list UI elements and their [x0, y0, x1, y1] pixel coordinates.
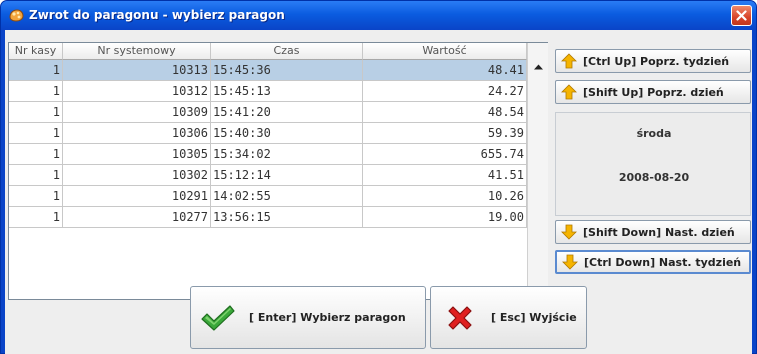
- cell-nr-systemowy: 10277: [63, 207, 211, 228]
- receipts-table: Nr kasy Nr systemowy Czas Wartość 1 10313…: [8, 42, 548, 300]
- cell-wartosc: 655.74: [363, 144, 527, 165]
- table-row[interactable]: 1 10306 15:40:30 59.39: [9, 123, 527, 144]
- cell-czas: 15:12:14: [211, 165, 363, 186]
- close-button[interactable]: [731, 5, 752, 26]
- column-header-czas[interactable]: Czas: [211, 43, 363, 60]
- vertical-scrollbar[interactable]: [527, 43, 548, 299]
- cell-nr-systemowy: 10313: [63, 60, 211, 81]
- date-panel: środa 2008-08-20: [555, 112, 751, 216]
- cell-nr-systemowy: 10305: [63, 144, 211, 165]
- cell-nr-kasy: 1: [9, 81, 63, 102]
- cell-czas: 15:45:36: [211, 60, 363, 81]
- table-row[interactable]: 1 10302 15:12:14 41.51: [9, 165, 527, 186]
- cell-wartosc: 48.54: [363, 102, 527, 123]
- table-row[interactable]: 1 10313 15:45:36 48.41: [9, 60, 527, 81]
- cell-czas: 15:45:13: [211, 81, 363, 102]
- x-icon: [441, 299, 479, 337]
- selected-date: 2008-08-20: [618, 171, 690, 184]
- cell-czas: 15:34:02: [211, 144, 363, 165]
- cell-nr-kasy: 1: [9, 165, 63, 186]
- cell-wartosc: 19.00: [363, 207, 527, 228]
- table-row[interactable]: 1 10312 15:45:13 24.27: [9, 81, 527, 102]
- column-header-nr-kasy[interactable]: Nr kasy: [9, 43, 63, 60]
- column-header-nr-systemowy[interactable]: Nr systemowy: [63, 43, 211, 60]
- dialog-window: Zwrot do paragonu - wybierz paragon Nr k…: [0, 0, 757, 354]
- close-icon: [736, 10, 747, 21]
- table-row[interactable]: 1 10309 15:41:20 48.54: [9, 102, 527, 123]
- title-bar[interactable]: Zwrot do paragonu - wybierz paragon: [1, 1, 756, 30]
- arrow-up-icon: [560, 52, 578, 70]
- cell-nr-systemowy: 10306: [63, 123, 211, 144]
- cell-wartosc: 59.39: [363, 123, 527, 144]
- next-week-label: [Ctrl Down] Nast. tydzień: [584, 255, 742, 269]
- cell-nr-kasy: 1: [9, 60, 63, 81]
- cell-czas: 15:40:30: [211, 123, 363, 144]
- table-row[interactable]: 1 10305 15:34:02 655.74: [9, 144, 527, 165]
- scroll-up-button[interactable]: [529, 58, 548, 75]
- day-name: środa: [636, 127, 672, 140]
- select-receipt-label: [ Enter] Wybierz paragon: [249, 311, 406, 324]
- cell-wartosc: 24.27: [363, 81, 527, 102]
- cell-nr-systemowy: 10312: [63, 81, 211, 102]
- exit-label: [ Esc] Wyjście: [491, 311, 577, 324]
- prev-week-button[interactable]: [Ctrl Up] Poprz. tydzień: [555, 49, 751, 73]
- column-header-wartosc[interactable]: Wartość: [363, 43, 527, 60]
- cell-wartosc: 10.26: [363, 186, 527, 207]
- cell-nr-systemowy: 10291: [63, 186, 211, 207]
- select-receipt-button[interactable]: [ Enter] Wybierz paragon: [190, 286, 426, 349]
- cell-czas: 13:56:15: [211, 207, 363, 228]
- dialog-content: Nr kasy Nr systemowy Czas Wartość 1 10313…: [5, 30, 752, 354]
- window-title: Zwrot do paragonu - wybierz paragon: [29, 8, 285, 22]
- cell-nr-kasy: 1: [9, 186, 63, 207]
- cell-czas: 14:02:55: [211, 186, 363, 207]
- checkmark-icon: [199, 299, 237, 337]
- prev-day-button[interactable]: [Shift Up] Poprz. dzień: [555, 80, 751, 104]
- table-row[interactable]: 1 10291 14:02:55 10.26: [9, 186, 527, 207]
- next-week-button[interactable]: [Ctrl Down] Nast. tydzień: [555, 250, 751, 274]
- prev-day-label: [Shift Up] Poprz. dzień: [583, 85, 724, 99]
- app-icon: [9, 9, 24, 22]
- table-header: Nr kasy Nr systemowy Czas Wartość: [9, 43, 527, 60]
- prev-week-label: [Ctrl Up] Poprz. tydzień: [583, 54, 730, 68]
- cell-nr-systemowy: 10302: [63, 165, 211, 186]
- triangle-up-icon: [534, 64, 543, 69]
- cell-nr-kasy: 1: [9, 144, 63, 165]
- next-day-label: [Shift Down] Nast. dzień: [583, 225, 735, 239]
- cell-nr-kasy: 1: [9, 123, 63, 144]
- exit-button[interactable]: [ Esc] Wyjście: [430, 286, 587, 349]
- table-body: 1 10313 15:45:36 48.41 1 10312 15:45:13 24.27 1 1…: [9, 60, 527, 228]
- cell-nr-kasy: 1: [9, 207, 63, 228]
- arrow-down-icon: [560, 223, 578, 241]
- arrow-up-icon: [560, 83, 578, 101]
- cell-nr-kasy: 1: [9, 102, 63, 123]
- cell-wartosc: 41.51: [363, 165, 527, 186]
- table-row[interactable]: 1 10277 13:56:15 19.00: [9, 207, 527, 228]
- next-day-button[interactable]: [Shift Down] Nast. dzień: [555, 220, 751, 244]
- cell-czas: 15:41:20: [211, 102, 363, 123]
- cell-wartosc: 48.41: [363, 60, 527, 81]
- cell-nr-systemowy: 10309: [63, 102, 211, 123]
- arrow-down-icon: [561, 253, 579, 271]
